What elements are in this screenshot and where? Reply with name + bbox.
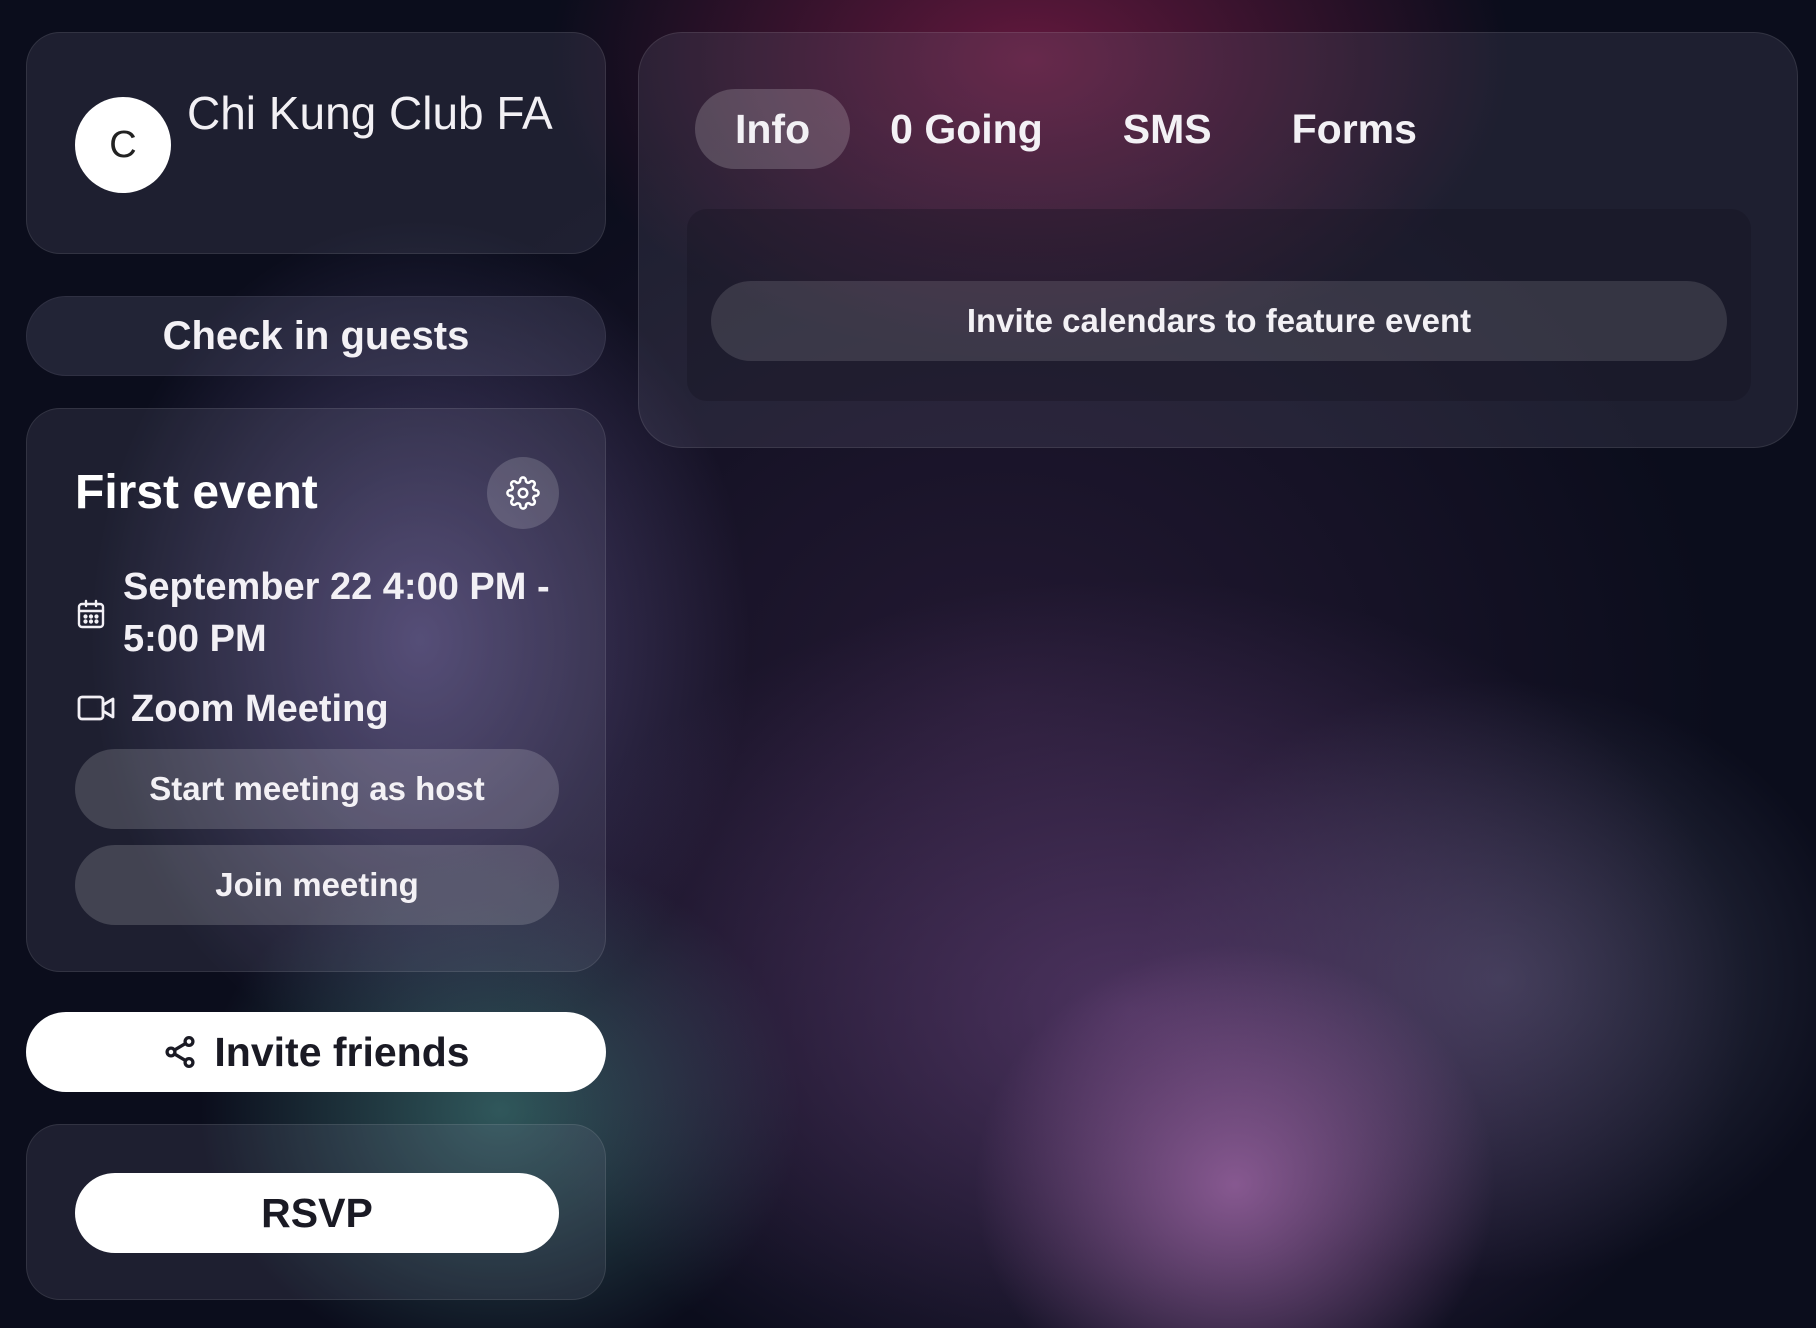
host-name[interactable]: Chi Kung Club FA xyxy=(187,81,587,145)
info-panel: Invite calendars to feature event xyxy=(687,209,1751,401)
calendar-icon xyxy=(77,599,105,629)
host-card: C Chi Kung Club FA xyxy=(26,32,606,254)
rsvp-card: RSVP xyxy=(26,1124,606,1300)
invite-friends-label: Invite friends xyxy=(214,1028,470,1075)
tab-bar: Info 0 Going SMS Forms xyxy=(695,89,1457,169)
tab-going[interactable]: 0 Going xyxy=(850,89,1083,169)
invite-friends-button[interactable]: Invite friends xyxy=(26,1012,606,1092)
video-camera-icon xyxy=(77,695,115,721)
main-panel: Info 0 Going SMS Forms Invite calendars … xyxy=(638,32,1798,448)
start-meeting-as-host-button[interactable]: Start meeting as host xyxy=(75,749,559,829)
event-settings-button[interactable] xyxy=(487,457,559,529)
join-meeting-button[interactable]: Join meeting xyxy=(75,845,559,925)
event-title: First event xyxy=(75,466,318,519)
event-card: First event September 22 4:00 PM - 5:00 … xyxy=(26,408,606,972)
tab-info[interactable]: Info xyxy=(695,89,851,169)
share-icon xyxy=(165,1035,195,1069)
tab-forms[interactable]: Forms xyxy=(1252,89,1457,169)
event-location: Zoom Meeting xyxy=(131,688,389,730)
invite-calendars-button[interactable]: Invite calendars to feature event xyxy=(711,281,1727,361)
avatar[interactable]: C xyxy=(75,97,171,193)
gear-icon xyxy=(506,476,540,510)
event-date: September 22 4:00 PM - 5:00 PM xyxy=(123,566,550,660)
check-in-guests-button[interactable]: Check in guests xyxy=(26,296,606,376)
tab-sms[interactable]: SMS xyxy=(1083,89,1252,169)
rsvp-button[interactable]: RSVP xyxy=(75,1173,559,1253)
